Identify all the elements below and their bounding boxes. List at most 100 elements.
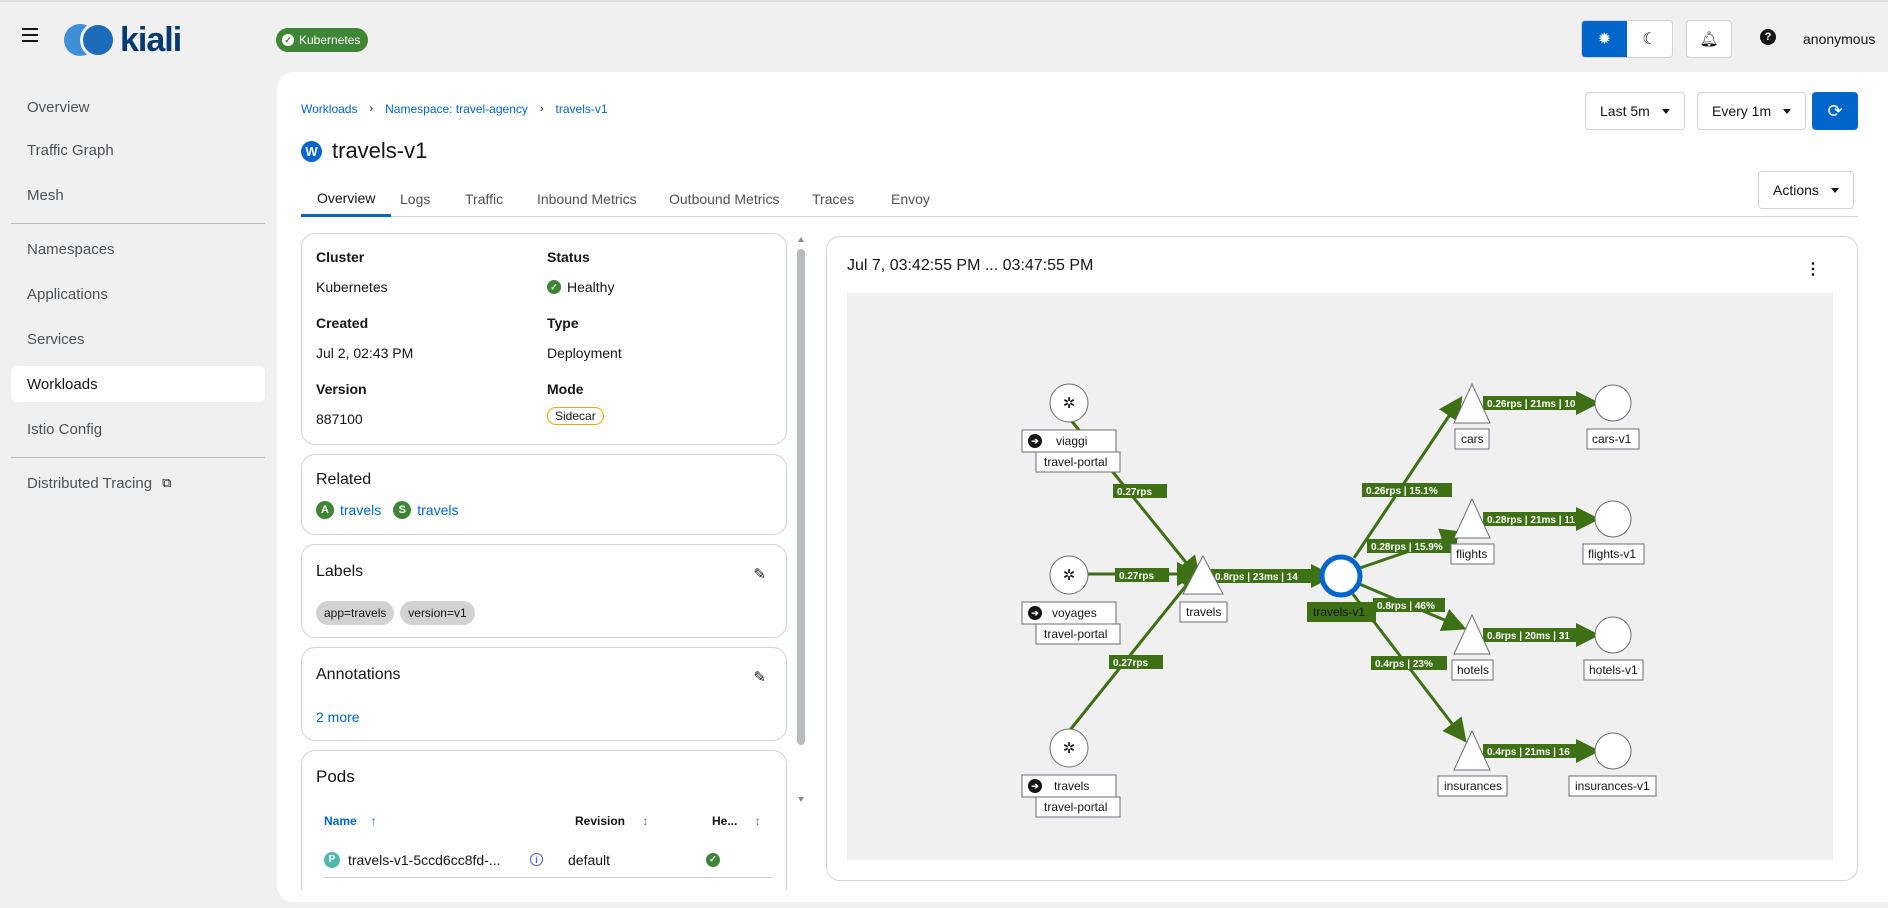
tab-envoy[interactable]: Envoy [875,181,946,217]
main-content: Workloads › Namespace: travel-agency › t… [277,72,1888,902]
tab-traces[interactable]: Traces [796,181,870,217]
duration-dropdown[interactable]: Last 5m [1585,92,1685,130]
mode-label: Mode [547,381,584,397]
tab-logs[interactable]: Logs [384,181,446,217]
node-label: voyages [1052,606,1097,620]
graph-canvas[interactable]: 0.27rps 0.27rps 0.27rps 0.8rps | 23ms | … [847,293,1833,860]
sidebar-item-distributed-tracing[interactable]: Distributed Tracing ⧉ [11,465,265,501]
dark-theme-moon-icon[interactable]: ☾ [1627,21,1672,57]
theme-toggle[interactable]: ✹ ☾ [1581,20,1673,58]
status-text: Healthy [567,279,615,295]
annotations-more-link[interactable]: 2 more [316,709,360,725]
node-insurances[interactable]: insurances [1437,729,1508,797]
node-label: insurances-v1 [1575,779,1650,793]
tab-outbound-metrics[interactable]: Outbound Metrics [653,181,796,217]
type-label: Type [547,315,579,331]
tab-traffic[interactable]: Traffic [449,181,519,217]
refresh-button[interactable]: ⟳ [1812,92,1858,130]
info-circle-icon[interactable]: i [530,853,543,866]
light-theme-sun-icon[interactable]: ✹ [1582,21,1627,57]
mode-value-wrap: Sidecar [547,407,604,425]
sidebar-item-overview[interactable]: Overview [11,89,265,125]
edge-v1-cars[interactable] [1352,396,1463,559]
scroll-up-arrow[interactable] [798,237,804,242]
col-health: He... [712,814,738,828]
sidebar-item-istio-config[interactable]: Istio Config [11,411,265,447]
details-scrollbar[interactable] [797,237,805,807]
col-revision: Revision [575,814,626,828]
graph-svg: 0.27rps 0.27rps 0.27rps 0.8rps | 23ms | … [1021,382,1657,818]
node-label: travels [1054,779,1089,793]
pods-header-name[interactable]: Name ↑ [324,814,377,828]
logo-text: kiali [120,20,182,59]
workload-node-icon [1594,500,1632,538]
sidebar-item-applications[interactable]: Applications [11,276,265,312]
edge-travels-src-travels[interactable] [1068,567,1201,731]
node-cars-v1[interactable]: cars-v1 [1586,384,1640,450]
user-menu[interactable]: anonymous [1803,31,1875,47]
related-service-label[interactable]: travels [417,502,458,518]
edge-label-hotels: 0.8rps | 46% [1377,601,1435,612]
edge-label-cars: 0.26rps | 15.1% [1366,486,1438,497]
scroll-down-arrow[interactable] [798,797,804,802]
status-value: ✓ Healthy [547,279,614,295]
sidebar-item-mesh[interactable]: Mesh [11,177,265,213]
node-insurances-v1[interactable]: insurances-v1 [1568,732,1657,797]
hamburger-menu-icon[interactable] [22,28,38,42]
graph-time-range: Jul 7, 03:42:55 PM ... 03:47:55 PM [847,257,1094,274]
pod-health-check-icon: ✓ [706,852,720,867]
logo-mark [64,22,116,58]
node-voyages[interactable]: ✲ ➔ voyages travel-portal [1021,555,1121,645]
breadcrumb-namespace[interactable]: Namespace: travel-agency [385,102,528,116]
breadcrumb-workloads[interactable]: Workloads [301,102,357,116]
node-label: viaggi [1056,434,1087,448]
sync-icon: ⟳ [1827,100,1843,121]
table-row[interactable]: P travels-v1-5ccd6cc8fd-... i default ✓ [324,842,772,878]
related-app-link[interactable]: A travels [316,501,381,519]
pods-header-revision[interactable]: Revision ↕ [575,814,648,828]
sidebar-nav: Overview Traffic Graph Mesh Namespaces A… [0,76,276,908]
edit-labels-pencil-icon[interactable]: ✎ [753,565,766,583]
kebab-menu-icon[interactable]: ⋮ [1805,259,1821,279]
chevron-right-icon: › [369,103,374,115]
sidebar-item-namespaces[interactable]: Namespaces [11,231,265,267]
workload-badge: W [301,140,322,162]
version-label: Version [316,381,367,397]
node-travels-source[interactable]: ✲ ➔ travels travel-portal [1021,728,1121,818]
sidebar-item-traffic-graph[interactable]: Traffic Graph [11,132,265,168]
workload-details-card: Cluster Kubernetes Status ✓ Healthy Crea… [301,233,787,445]
workload-node-icon [1594,616,1632,654]
sort-icon: ↕ [754,814,761,828]
duration-value: Last 5m [1600,103,1650,119]
actions-dropdown[interactable]: Actions [1758,171,1854,209]
kiali-logo[interactable]: kiali [64,20,182,60]
related-app-label[interactable]: travels [340,502,381,518]
node-viaggi[interactable]: ✲ ➔ viaggi travel-portal [1021,383,1121,473]
sidebar-item-services[interactable]: Services [11,321,265,357]
node-label: hotels [1457,663,1489,677]
help-icon[interactable]: ? [1760,29,1776,45]
breadcrumb-current[interactable]: travels-v1 [556,102,608,116]
created-value: Jul 2, 02:43 PM [316,345,414,361]
node-cars[interactable]: cars [1453,382,1491,450]
pods-header-health[interactable]: He... ↕ [712,814,761,828]
sidebar-item-workloads[interactable]: Workloads [11,366,265,402]
edit-annotations-pencil-icon[interactable]: ✎ [753,668,766,686]
node-hotels-v1[interactable]: hotels-v1 [1583,616,1644,681]
pod-name[interactable]: travels-v1-5ccd6cc8fd-... [348,852,514,868]
annotations-card: Annotations ✎ 2 more [301,647,787,741]
scrollbar-thumb[interactable] [797,249,805,745]
type-field: Type Deployment [547,315,622,361]
refresh-interval-dropdown[interactable]: Every 1m [1697,92,1807,130]
tab-inbound-metrics[interactable]: Inbound Metrics [521,181,653,217]
gateway-icon: ✲ [1063,740,1076,757]
related-service-link[interactable]: S travels [393,501,458,519]
related-title: Related [316,471,372,488]
tab-overview[interactable]: Overview [301,181,392,217]
sidebar-item-label: Distributed Tracing [27,474,153,492]
node-flights[interactable]: flights [1450,497,1495,565]
node-flights-v1[interactable]: flights-v1 [1582,500,1645,565]
workload-node-icon [1594,732,1632,770]
notifications-bell-icon[interactable]: 🔔︎ [1686,20,1732,58]
pod-badge: P [324,851,340,868]
